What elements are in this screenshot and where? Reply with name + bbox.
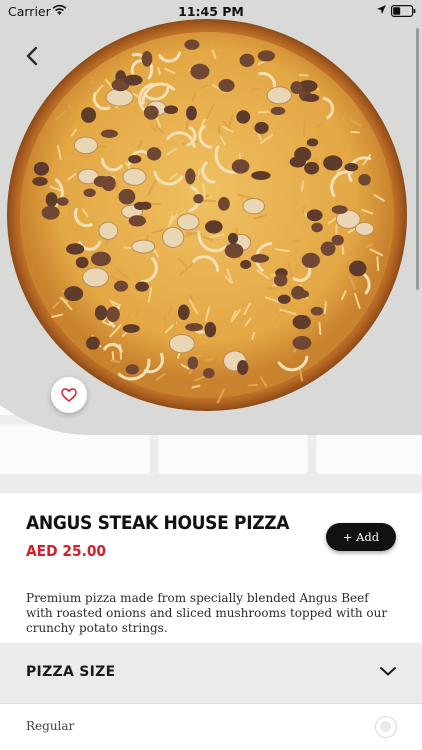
pizza-size-label: PIZZA SIZE bbox=[26, 664, 116, 680]
favorite-button[interactable] bbox=[51, 377, 87, 413]
heart-icon bbox=[61, 388, 77, 402]
product-description: Premium pizza made from specially blende… bbox=[26, 591, 388, 635]
product-title: ANGUS STEAK HOUSE PIZZA bbox=[26, 512, 290, 534]
product-price: AED 25.00 bbox=[26, 542, 107, 560]
status-bar: Carrier 11:45 PM bbox=[0, 0, 422, 22]
size-option-label: Regular bbox=[26, 719, 75, 733]
battery-icon bbox=[391, 5, 416, 17]
scroll-indicator[interactable] bbox=[416, 28, 419, 290]
clock: 11:45 PM bbox=[178, 4, 244, 19]
size-option-regular[interactable]: Regular bbox=[0, 703, 422, 750]
pizza-size-section-header[interactable]: PIZZA SIZE bbox=[0, 643, 422, 703]
chevron-down-icon bbox=[380, 667, 396, 676]
add-button[interactable]: + Add bbox=[326, 523, 396, 551]
location-arrow-icon bbox=[377, 5, 386, 14]
back-button[interactable] bbox=[20, 42, 46, 70]
size-option-radio[interactable] bbox=[375, 716, 397, 738]
product-image-area bbox=[0, 0, 422, 493]
chevron-left-icon bbox=[26, 46, 38, 66]
pizza-image bbox=[7, 19, 407, 411]
